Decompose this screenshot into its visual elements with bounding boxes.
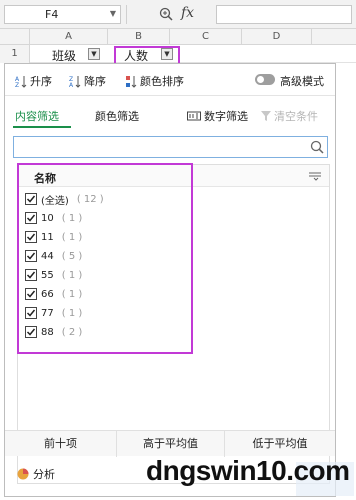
top10-button[interactable]: 前十项 <box>5 431 117 457</box>
active-tab-underline <box>13 126 71 128</box>
formula-bar: F4 ▼ fx <box>0 0 356 29</box>
corner-cell[interactable] <box>0 29 30 45</box>
name-box[interactable]: F4 ▼ <box>4 5 121 24</box>
number-filter-button[interactable]: 数字筛选 <box>187 108 248 124</box>
sort-asc-button[interactable]: A Z 升序 <box>15 73 52 89</box>
sort-asc-icon: A Z <box>15 75 27 88</box>
cell-a1[interactable]: 班级 <box>52 47 76 64</box>
watermark: dngswin10.com <box>146 455 350 486</box>
clear-conditions-label: 清空条件 <box>274 110 318 123</box>
search-input[interactable] <box>13 136 328 158</box>
row-number[interactable]: 1 <box>0 45 30 63</box>
svg-text:Z: Z <box>15 82 19 88</box>
sort-desc-label: 降序 <box>84 75 106 88</box>
name-box-value: F4 <box>45 8 59 21</box>
quick-filter-bar: 前十项 高于平均值 低于平均值 <box>5 430 335 457</box>
sort-asc-label: 升序 <box>30 75 52 88</box>
filter-panel: A Z 升序 Z A 降序 颜色排序 高级模式 内容筛选 颜色筛选 数字筛选 清… <box>4 63 336 497</box>
column-header-c[interactable]: C <box>170 29 242 45</box>
filter-dropdown-button[interactable]: ▼ <box>88 48 100 60</box>
above-average-button[interactable]: 高于平均值 <box>117 431 225 457</box>
formula-input[interactable] <box>216 5 352 24</box>
divider <box>126 5 127 24</box>
zoom-icon[interactable] <box>159 7 173 21</box>
advanced-mode-label: 高级模式 <box>280 75 324 88</box>
search-icon[interactable] <box>310 140 324 154</box>
list-options-icon[interactable] <box>309 171 321 181</box>
svg-text:A: A <box>69 82 74 88</box>
sort-desc-icon: Z A <box>69 75 81 88</box>
column-headers: A B C D <box>0 29 356 45</box>
color-sort-label: 颜色排序 <box>140 75 184 88</box>
chevron-down-icon[interactable]: ▼ <box>110 9 116 18</box>
number-filter-label: 数字筛选 <box>204 110 248 123</box>
color-sort-button[interactable]: 颜色排序 <box>125 73 184 89</box>
fx-icon[interactable]: fx <box>181 5 194 21</box>
column-header-a[interactable]: A <box>30 29 108 45</box>
below-average-button[interactable]: 低于平均值 <box>225 431 335 457</box>
sort-desc-button[interactable]: Z A 降序 <box>69 73 106 89</box>
column-header-e[interactable] <box>312 29 356 45</box>
analysis-button[interactable]: 分析 <box>17 466 55 482</box>
clear-conditions-button[interactable]: 清空条件 <box>261 108 318 124</box>
pie-chart-icon <box>17 468 29 480</box>
highlight-box <box>17 163 193 354</box>
funnel-icon <box>261 111 271 121</box>
sort-row: A Z 升序 Z A 降序 颜色排序 高级模式 <box>5 64 335 96</box>
filter-tabs: 内容筛选 颜色筛选 数字筛选 清空条件 <box>5 96 335 128</box>
tab-content-filter[interactable]: 内容筛选 <box>15 108 59 124</box>
color-sort-icon <box>126 75 137 88</box>
tab-color-filter[interactable]: 颜色筛选 <box>95 108 139 124</box>
analysis-label: 分析 <box>33 468 55 481</box>
column-header-d[interactable]: D <box>242 29 312 45</box>
toggle-knob <box>257 76 264 83</box>
advanced-mode-toggle[interactable] <box>255 74 275 85</box>
column-header-b[interactable]: B <box>108 29 170 45</box>
number-filter-icon <box>187 111 201 121</box>
